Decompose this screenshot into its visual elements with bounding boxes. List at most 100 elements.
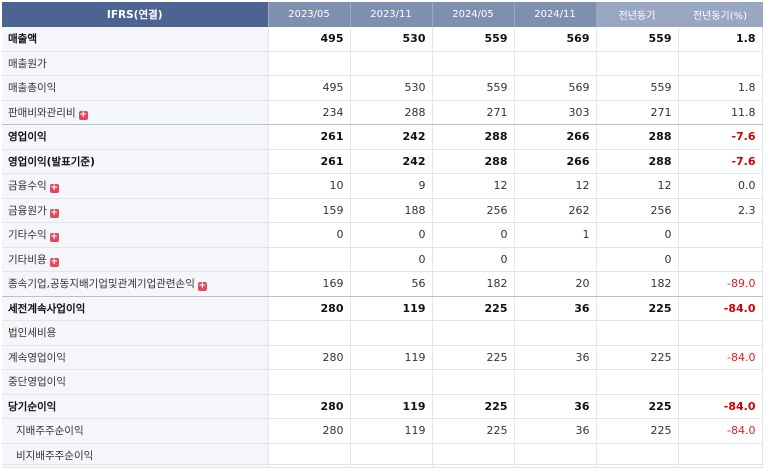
row-label-cell: 세전계속사업이익 xyxy=(2,296,269,321)
value-cell: 20 xyxy=(514,271,597,297)
value-cell: 12 xyxy=(596,173,679,199)
value-cell: 36 xyxy=(514,418,597,444)
table-row: 당기순이익 280 119 225 36 225 -84.0 xyxy=(2,394,763,419)
value-cell: 0.0 xyxy=(678,173,763,199)
value-cell xyxy=(678,222,763,248)
value-cell: 242 xyxy=(350,149,433,174)
value-cell: 182 xyxy=(596,271,679,297)
value-cell: 225 xyxy=(596,418,679,444)
row-label: 법인세비용 xyxy=(8,327,57,340)
table-header-row: IFRS(연결) 2023/05 2023/11 2024/05 2024/11… xyxy=(2,2,763,27)
row-label-cell[interactable]: 기타비용 + xyxy=(2,247,269,272)
value-cell xyxy=(268,247,351,272)
row-label: 기타비용 xyxy=(8,253,47,266)
value-cell: 530 xyxy=(350,27,433,52)
table-row: 지배주주순이익 280 119 225 36 225 -84.0 xyxy=(2,418,763,444)
value-cell xyxy=(678,369,763,395)
expand-plus-icon[interactable]: + xyxy=(49,257,59,267)
financial-table-container: IFRS(연결) 2023/05 2023/11 2024/05 2024/11… xyxy=(2,2,763,468)
value-cell: 559 xyxy=(596,27,679,52)
table-row: 영업이익 261 242 288 266 288 -7.6 xyxy=(2,124,763,150)
row-label-cell[interactable]: 종속기업,공동지배기업및관계기업관련손익 + xyxy=(2,271,269,297)
expand-plus-icon[interactable]: + xyxy=(197,282,207,292)
table-body: 매출액 495 530 559 569 559 1.8 매출원가 매출총이익 495 530 559 5… xyxy=(2,27,763,468)
expand-plus-icon[interactable]: + xyxy=(49,208,59,218)
table-row: 판매비와관리비 +234 288 271 303 271 11.8 xyxy=(2,100,763,125)
row-label: 지배주주순이익 xyxy=(16,425,84,438)
value-cell xyxy=(268,320,351,346)
expand-plus-icon[interactable]: + xyxy=(49,233,59,243)
value-cell: 266 xyxy=(514,124,597,150)
row-label-cell[interactable]: 금융수익 + xyxy=(2,173,269,199)
value-cell: 56 xyxy=(350,271,433,297)
value-cell xyxy=(268,51,351,76)
table-row: 영업이익(발표기준) 261 242 288 266 288 -7.6 xyxy=(2,149,763,174)
value-cell: 36 xyxy=(514,296,597,321)
value-cell: 36 xyxy=(514,345,597,370)
value-cell: 234 xyxy=(268,100,351,125)
value-cell xyxy=(432,51,515,76)
value-cell: 1 xyxy=(514,222,597,248)
value-cell xyxy=(432,320,515,346)
row-label-cell: 매출원가 xyxy=(2,51,269,76)
value-cell: 530 xyxy=(350,75,433,101)
value-cell: 261 xyxy=(268,124,351,150)
table-row: 매출원가 xyxy=(2,51,763,76)
value-cell: 0 xyxy=(350,222,433,248)
row-label: 세전계속사업이익 xyxy=(8,302,86,315)
value-cell: 1.8 xyxy=(678,75,763,101)
value-cell xyxy=(514,247,597,272)
value-cell xyxy=(596,369,679,395)
row-label-cell: 중단영업이익 xyxy=(2,369,269,395)
value-cell: 225 xyxy=(432,345,515,370)
row-label-cell[interactable]: 금융원가 + xyxy=(2,198,269,223)
value-cell: 119 xyxy=(350,296,433,321)
value-cell: 12 xyxy=(514,173,597,199)
value-cell: 271 xyxy=(596,100,679,125)
value-cell: 261 xyxy=(268,149,351,174)
value-cell xyxy=(678,247,763,272)
header-col-4: 2024/11 xyxy=(514,2,597,27)
value-cell: -7.6 xyxy=(678,149,763,174)
table-row: 중단영업이익 xyxy=(2,369,763,395)
value-cell: 0 xyxy=(350,247,433,272)
value-cell: 188 xyxy=(350,198,433,223)
header-col-1: 2023/05 xyxy=(268,2,351,27)
bottom-divider xyxy=(2,464,762,465)
table-row: 금융원가 +159 188 256 262 256 2.3 xyxy=(2,198,763,223)
value-cell: -7.6 xyxy=(678,124,763,150)
expand-plus-icon[interactable]: + xyxy=(49,184,59,194)
row-label-cell[interactable]: 판매비와관리비 + xyxy=(2,100,269,125)
header-title: IFRS(연결) xyxy=(2,2,269,27)
table-row: 기타수익 +0 0 0 1 0 xyxy=(2,222,763,248)
value-cell: 559 xyxy=(596,75,679,101)
value-cell: 303 xyxy=(514,100,597,125)
table-row: 종속기업,공동지배기업및관계기업관련손익 +169 56 182 20 182 -89.0 xyxy=(2,271,763,297)
value-cell xyxy=(432,369,515,395)
table-row: 세전계속사업이익 280 119 225 36 225 -84.0 xyxy=(2,296,763,321)
value-cell: 0 xyxy=(432,222,515,248)
value-cell: 169 xyxy=(268,271,351,297)
value-cell xyxy=(514,51,597,76)
row-label-cell[interactable]: 기타수익 + xyxy=(2,222,269,248)
value-cell xyxy=(678,51,763,76)
value-cell: 0 xyxy=(432,247,515,272)
value-cell: 242 xyxy=(350,124,433,150)
value-cell: 12 xyxy=(432,173,515,199)
header-col-2: 2023/11 xyxy=(350,2,433,27)
value-cell: 256 xyxy=(432,198,515,223)
value-cell xyxy=(514,369,597,395)
value-cell xyxy=(350,369,433,395)
value-cell: 10 xyxy=(268,173,351,199)
value-cell: 559 xyxy=(432,75,515,101)
row-label-cell: 계속영업이익 xyxy=(2,345,269,370)
value-cell: 225 xyxy=(432,296,515,321)
value-cell: 280 xyxy=(268,296,351,321)
table-row: 법인세비용 xyxy=(2,320,763,346)
row-label: 금융원가 xyxy=(8,204,47,217)
value-cell: 262 xyxy=(514,198,597,223)
row-label: 매출원가 xyxy=(8,57,47,70)
value-cell: 9 xyxy=(350,173,433,199)
value-cell: 225 xyxy=(432,418,515,444)
expand-plus-icon[interactable]: + xyxy=(78,110,88,120)
